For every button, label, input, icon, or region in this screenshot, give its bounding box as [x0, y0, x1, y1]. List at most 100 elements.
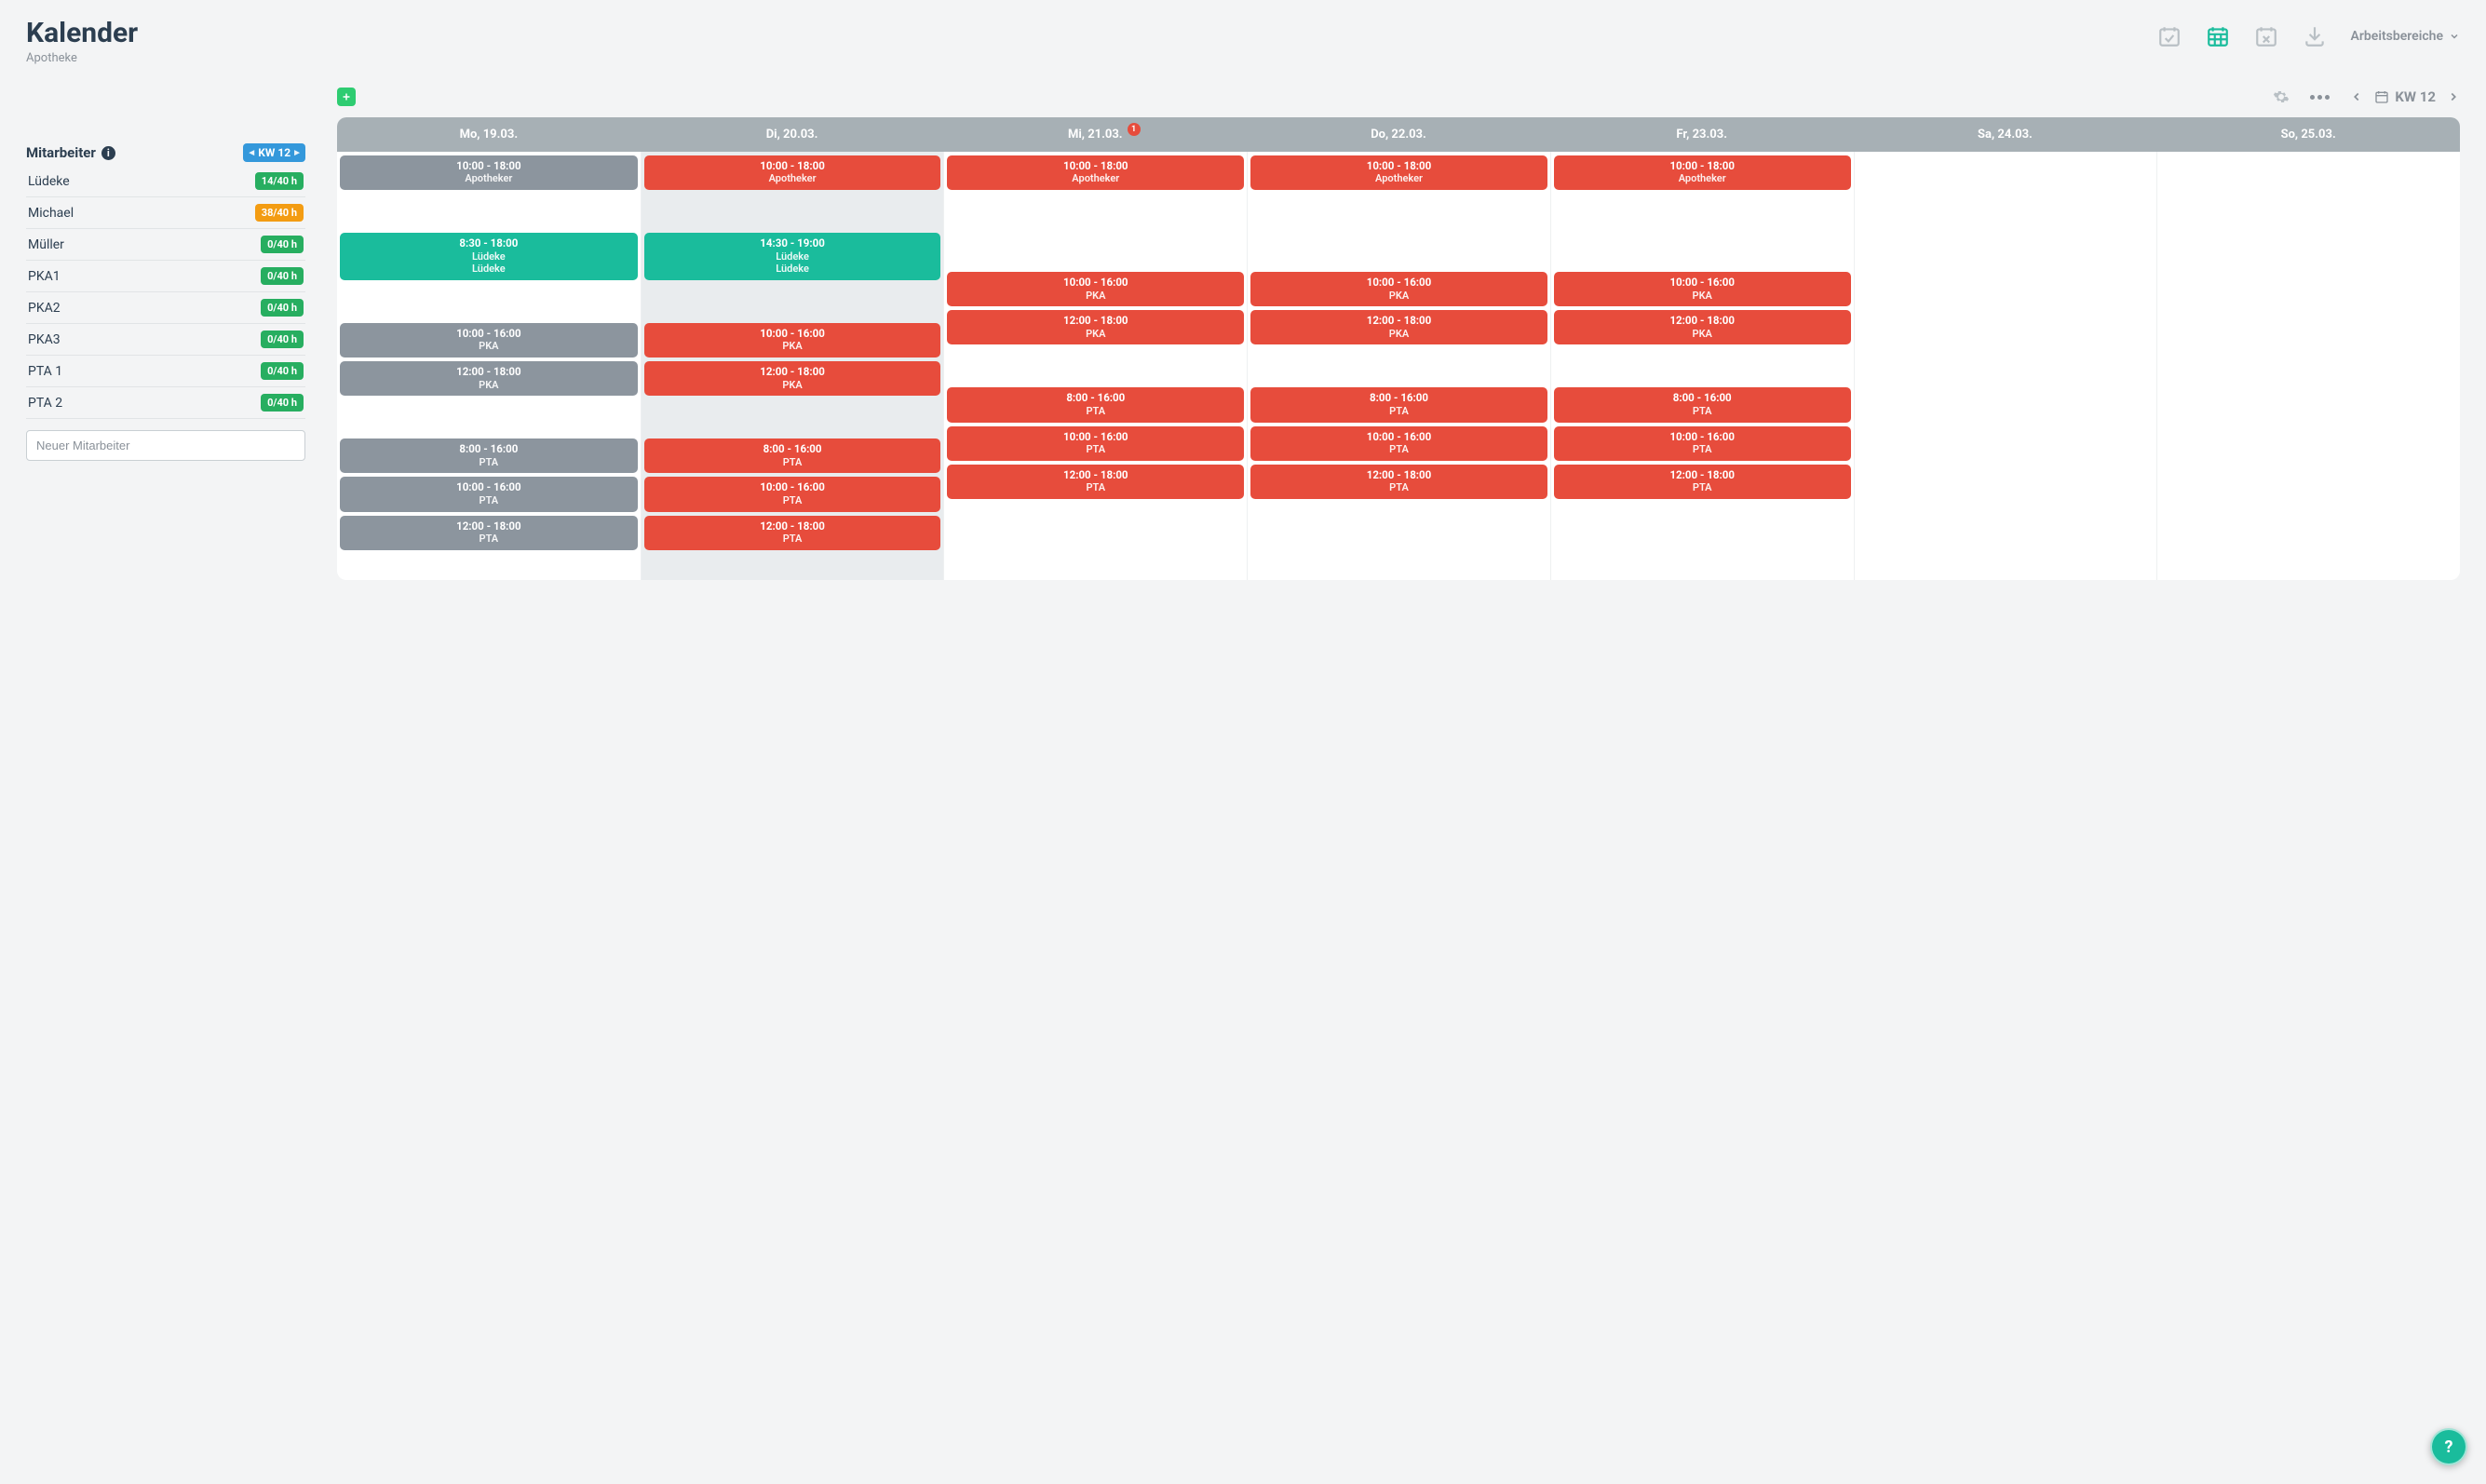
calendar: Mo, 19.03.Di, 20.03.Mi, 21.03.1 Do, 22.03… — [337, 117, 2460, 580]
day-header[interactable]: Di, 20.03. — [641, 117, 944, 152]
calendar-cancel-icon[interactable] — [2254, 24, 2278, 48]
shift-event[interactable]: 8:00 - 16:00PTA — [947, 387, 1244, 422]
shift-time: 10:00 - 18:00 — [951, 159, 1240, 172]
shift-event[interactable]: 10:00 - 16:00PKA — [644, 323, 941, 358]
day-header[interactable]: Mi, 21.03.1 — [943, 117, 1247, 152]
group-spacer — [643, 282, 942, 321]
calendar-column[interactable] — [2156, 152, 2460, 580]
calendar-column[interactable]: 10:00 - 18:00Apotheker 14:30 - 19:00Lüdek… — [641, 152, 944, 580]
chevron-right-icon[interactable]: ► — [292, 148, 302, 158]
shift-event[interactable]: 12:00 - 18:00PTA — [644, 516, 941, 550]
shift-event[interactable]: 10:00 - 18:00Apotheker — [1554, 155, 1851, 190]
day-header[interactable]: Do, 22.03. — [1247, 117, 1550, 152]
employee-row[interactable]: Müller0/40 h — [26, 229, 305, 261]
chevron-left-icon[interactable]: ◄ — [247, 148, 256, 158]
employee-name: PKA2 — [28, 301, 61, 316]
shift-event[interactable]: 12:00 - 18:00PTA — [1250, 465, 1547, 499]
shift-event[interactable]: 10:00 - 16:00PKA — [947, 272, 1244, 306]
group-spacer — [1857, 232, 2155, 271]
shift-event[interactable]: 10:00 - 16:00PTA — [340, 477, 638, 511]
shift-event[interactable]: 8:00 - 16:00PTA — [644, 438, 941, 473]
employee-row[interactable]: PTA 10/40 h — [26, 356, 305, 387]
workspaces-dropdown[interactable]: Arbeitsbereiche — [2351, 29, 2460, 44]
group-spacer — [1250, 231, 1548, 270]
shift-label: PKA — [648, 340, 938, 353]
shift-time: 10:00 - 16:00 — [344, 480, 634, 493]
calendar-grid-icon[interactable] — [2206, 24, 2230, 48]
shift-event[interactable]: 12:00 - 18:00PKA — [1554, 310, 1851, 344]
shift-time: 10:00 - 16:00 — [648, 480, 938, 493]
employee-row[interactable]: PTA 20/40 h — [26, 387, 305, 419]
employee-row[interactable]: PKA30/40 h — [26, 324, 305, 356]
more-icon[interactable] — [2310, 95, 2330, 100]
day-label: Do, 22.03. — [1371, 128, 1426, 142]
day-header[interactable]: So, 25.03. — [2156, 117, 2460, 152]
calendar-column[interactable]: 10:00 - 18:00Apotheker 8:30 - 18:00Lüdeke… — [337, 152, 641, 580]
shift-event[interactable]: 10:00 - 16:00PTA — [644, 477, 941, 511]
shift-event[interactable]: 12:00 - 18:00PKA — [644, 361, 941, 396]
shift-event[interactable]: 12:00 - 18:00PKA — [340, 361, 638, 396]
week-picker[interactable]: KW 12 — [2374, 88, 2436, 105]
day-header[interactable]: Mo, 19.03. — [337, 117, 641, 152]
shift-event[interactable]: 10:00 - 16:00PTA — [1554, 426, 1851, 461]
shift-event[interactable]: 10:00 - 16:00PKA — [1554, 272, 1851, 306]
gear-icon[interactable] — [2273, 88, 2290, 105]
employee-row[interactable]: Michael38/40 h — [26, 197, 305, 229]
prev-week-button[interactable] — [2350, 90, 2363, 103]
shift-event[interactable]: 10:00 - 18:00Apotheker — [340, 155, 638, 190]
employee-row[interactable]: PKA10/40 h — [26, 261, 305, 292]
employee-name: PTA 1 — [28, 364, 62, 379]
employee-row[interactable]: PKA20/40 h — [26, 292, 305, 324]
calendar-check-icon[interactable] — [2157, 24, 2182, 48]
group-spacer — [339, 282, 639, 321]
shift-event[interactable]: 12:00 - 18:00PTA — [340, 516, 638, 550]
employee-name: Lüdeke — [28, 174, 70, 189]
shift-event[interactable]: 12:00 - 18:00PKA — [947, 310, 1244, 344]
shift-event[interactable]: 8:00 - 16:00PTA — [340, 438, 638, 473]
shift-label: PTA — [1558, 481, 1847, 494]
calendar-column[interactable]: 10:00 - 18:00Apotheker 10:00 - 16:00PKA 12… — [1550, 152, 1854, 580]
day-header[interactable]: Sa, 24.03. — [1854, 117, 2157, 152]
employee-row[interactable]: Lüdeke14/40 h — [26, 166, 305, 197]
sidebar-title: Mitarbeiter i — [26, 144, 115, 161]
shift-event[interactable]: 10:00 - 16:00PKA — [340, 323, 638, 358]
add-shift-button[interactable] — [337, 88, 356, 106]
page-title: Kalender — [26, 17, 138, 49]
shift-event[interactable]: 14:30 - 19:00LüdekeLüdeke — [644, 233, 941, 280]
day-label: Mi, 21.03. — [1068, 128, 1123, 142]
sidebar-week-badge[interactable]: ◄ KW 12 ► — [243, 143, 305, 162]
shift-event[interactable]: 10:00 - 18:00Apotheker — [1250, 155, 1547, 190]
shift-event[interactable]: 12:00 - 18:00PTA — [947, 465, 1244, 499]
calendar-icon — [2374, 89, 2389, 104]
shift-time: 10:00 - 16:00 — [951, 430, 1240, 443]
shift-label: PKA — [1558, 290, 1847, 303]
new-employee-input[interactable] — [26, 430, 305, 461]
shift-event[interactable]: 12:00 - 18:00PTA — [1554, 465, 1851, 499]
shift-time: 10:00 - 16:00 — [1254, 276, 1544, 289]
day-header[interactable]: Fr, 23.03. — [1550, 117, 1854, 152]
shift-event[interactable]: 8:30 - 18:00LüdekeLüdeke — [340, 233, 638, 280]
calendar-column[interactable]: 10:00 - 18:00Apotheker 10:00 - 16:00PKA 12… — [1247, 152, 1550, 580]
shift-time: 8:00 - 16:00 — [344, 442, 634, 455]
shift-time: 10:00 - 18:00 — [1558, 159, 1847, 172]
toolbar-right: KW 12 — [2273, 88, 2460, 105]
shift-event[interactable]: 8:00 - 16:00PTA — [1554, 387, 1851, 422]
calendar-column[interactable]: 10:00 - 18:00Apotheker 10:00 - 16:00PKA 12… — [943, 152, 1247, 580]
info-icon[interactable]: i — [101, 146, 115, 160]
shift-event[interactable]: 10:00 - 16:00PKA — [1250, 272, 1547, 306]
shift-event[interactable]: 8:00 - 16:00PTA — [1250, 387, 1547, 422]
download-icon[interactable] — [2303, 24, 2327, 48]
shift-event[interactable]: 10:00 - 16:00PTA — [947, 426, 1244, 461]
group-spacer — [643, 192, 942, 231]
shift-time: 12:00 - 18:00 — [1558, 468, 1847, 481]
shift-event[interactable]: 10:00 - 16:00PTA — [1250, 426, 1547, 461]
shift-event[interactable]: 10:00 - 18:00Apotheker — [644, 155, 941, 190]
shift-label: PTA — [1254, 405, 1544, 418]
shift-time: 10:00 - 18:00 — [344, 159, 634, 172]
help-button[interactable]: ? — [2430, 1428, 2467, 1465]
shift-event[interactable]: 12:00 - 18:00PKA — [1250, 310, 1547, 344]
shift-event[interactable]: 10:00 - 18:00Apotheker — [947, 155, 1244, 190]
calendar-column[interactable] — [1854, 152, 2157, 580]
next-week-button[interactable] — [2447, 90, 2460, 103]
shift-label: Apotheker — [648, 172, 938, 185]
